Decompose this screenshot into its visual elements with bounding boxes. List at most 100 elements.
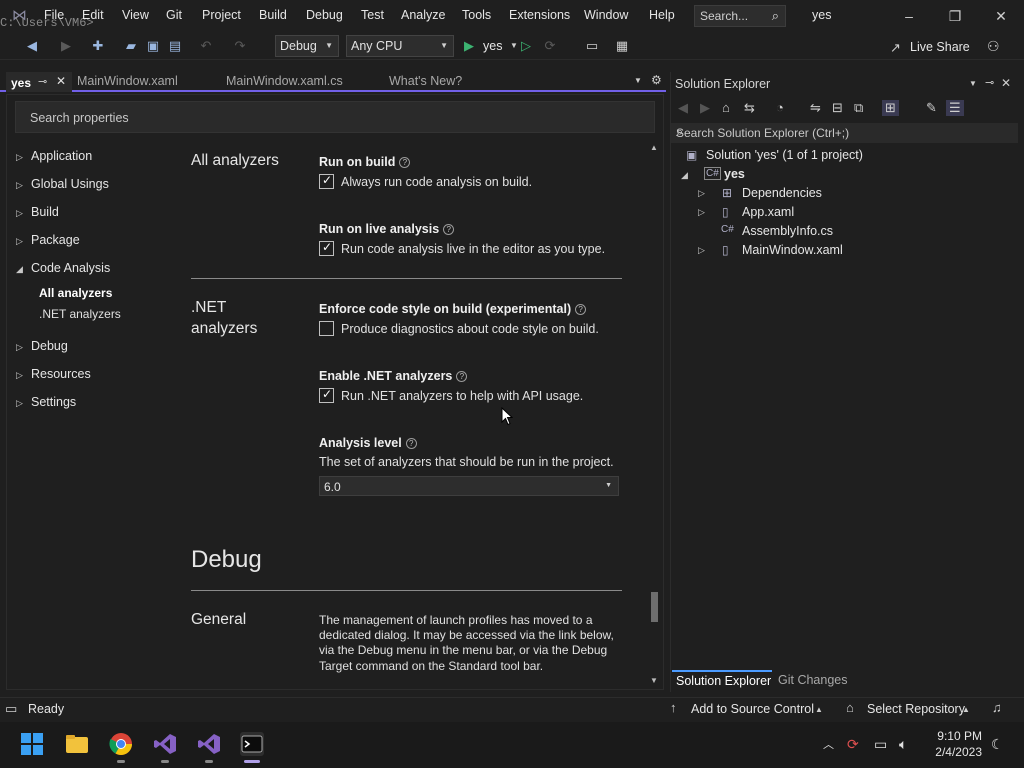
select-repository-button[interactable]: Select Repository: [867, 702, 965, 716]
menu-build[interactable]: Build: [259, 8, 287, 22]
file-explorer-icon[interactable]: [65, 732, 89, 756]
collapse-all-icon[interactable]: ⊟: [832, 100, 843, 116]
start-without-debugging-icon[interactable]: ▷: [518, 38, 534, 54]
show-all-files-icon[interactable]: ⧉: [854, 100, 863, 116]
tab-solution-explorer[interactable]: Solution Explorer: [672, 670, 772, 690]
tab-list-dropdown-icon[interactable]: ▼: [634, 76, 642, 85]
sync-icon[interactable]: ⇋: [810, 100, 821, 116]
layout-icon[interactable]: ▦: [614, 38, 630, 54]
menu-window[interactable]: Window: [584, 8, 628, 22]
undo-icon[interactable]: ↶: [198, 38, 214, 54]
close-tab-icon[interactable]: ✕: [56, 74, 66, 88]
nav-settings[interactable]: ▷ Settings: [16, 395, 76, 409]
visual-studio-icon[interactable]: [153, 732, 177, 756]
notifications-bell-icon[interactable]: ♫: [992, 700, 1002, 715]
enable-net-analyzers-checkbox[interactable]: [319, 387, 334, 403]
chevron-up-icon[interactable]: ▲: [962, 705, 970, 714]
scroll-up-icon[interactable]: ▲: [650, 143, 658, 152]
add-to-source-control-button[interactable]: Add to Source Control: [691, 702, 814, 716]
nav-global-usings[interactable]: ▷ Global Usings: [16, 177, 109, 191]
expand-arrow-icon[interactable]: ▷: [698, 245, 705, 256]
account-icon[interactable]: ⚇: [987, 38, 1000, 55]
run-live-checkbox[interactable]: [319, 240, 334, 256]
scroll-down-icon[interactable]: ▼: [650, 676, 658, 685]
save-all-icon[interactable]: ▤: [167, 38, 183, 54]
nav-debug[interactable]: ▷ Debug: [16, 339, 68, 353]
pending-changes-icon[interactable]: ◔: [776, 100, 784, 115]
tab-mainwindow-xaml-cs[interactable]: MainWindow.xaml.cs: [226, 74, 343, 88]
nav-all-analyzers[interactable]: All analyzers: [39, 286, 112, 300]
output-window-icon[interactable]: ▭: [5, 701, 17, 717]
menu-help[interactable]: Help: [649, 8, 675, 22]
browse-folder-icon[interactable]: ▭: [584, 38, 600, 54]
close-window-button[interactable]: ✕: [991, 6, 1011, 26]
nav-resources[interactable]: ▷ Resources: [16, 367, 91, 381]
solution-node[interactable]: Solution 'yes' (1 of 1 project): [706, 148, 863, 162]
windows-start-icon[interactable]: [20, 732, 44, 756]
tree-item-assemblyinfo[interactable]: AssemblyInfo.cs: [742, 224, 833, 238]
redo-icon[interactable]: ↷: [232, 38, 248, 54]
panel-menu-icon[interactable]: ▼: [969, 79, 977, 88]
search-properties-input[interactable]: Search properties: [15, 101, 655, 133]
menu-test[interactable]: Test: [361, 8, 384, 22]
open-folder-icon[interactable]: ▰: [123, 38, 139, 54]
forward-icon[interactable]: ▶: [700, 100, 710, 116]
clock-time[interactable]: 9:10 PM: [932, 729, 982, 743]
collapse-arrow-icon[interactable]: ◢: [681, 170, 688, 181]
network-icon[interactable]: ▭: [874, 736, 887, 753]
navigate-back-icon[interactable]: ◀: [24, 38, 40, 54]
gear-icon[interactable]: ⚙: [651, 73, 662, 87]
help-icon[interactable]: ?: [575, 304, 587, 315]
expand-arrow-icon[interactable]: ▷: [698, 188, 705, 199]
project-node[interactable]: yes: [724, 167, 745, 181]
minimize-button[interactable]: –: [899, 6, 919, 26]
close-panel-icon[interactable]: ✕: [1001, 76, 1011, 90]
chevron-up-icon[interactable]: ︿: [823, 736, 834, 752]
pin-icon[interactable]: ⊸: [985, 76, 994, 89]
preview-selected-icon[interactable]: ⊞: [882, 100, 899, 116]
menu-view[interactable]: View: [122, 8, 149, 22]
solution-search-input[interactable]: Search Solution Explorer (Ctrl+;) ⌕: [671, 123, 1018, 143]
chrome-icon[interactable]: [109, 732, 133, 756]
enforce-style-checkbox[interactable]: [319, 321, 334, 336]
run-on-build-checkbox[interactable]: [319, 173, 334, 189]
wrench-icon[interactable]: ✎: [926, 100, 937, 116]
menu-tools[interactable]: Tools: [462, 8, 491, 22]
nav-application[interactable]: ▷ Application: [16, 149, 92, 163]
menu-debug[interactable]: Debug: [306, 8, 343, 22]
configuration-select[interactable]: Debug ▼: [275, 35, 339, 57]
help-icon[interactable]: ?: [443, 224, 455, 235]
menu-extensions[interactable]: Extensions: [509, 8, 570, 22]
analysis-level-select[interactable]: 6.0 ▼: [319, 476, 619, 496]
live-share-button[interactable]: Live Share: [910, 40, 970, 54]
new-project-icon[interactable]: ✚: [90, 38, 106, 54]
navigate-forward-icon[interactable]: ▶: [58, 38, 74, 54]
volume-icon[interactable]: 🔈︎: [899, 736, 907, 753]
scrollbar-thumb[interactable]: [651, 592, 658, 622]
restore-button[interactable]: ❐: [945, 6, 965, 26]
terminal-icon[interactable]: [240, 732, 264, 756]
nav-build[interactable]: ▷ Build: [16, 205, 59, 219]
platform-select[interactable]: Any CPU ▼: [346, 35, 454, 57]
clock-date[interactable]: 2/4/2023: [926, 745, 982, 759]
expand-arrow-icon[interactable]: ▷: [698, 207, 705, 218]
nav-net-analyzers[interactable]: .NET analyzers: [39, 307, 121, 321]
tab-mainwindow-xaml[interactable]: MainWindow.xaml: [77, 74, 178, 88]
global-search-box[interactable]: Search... ⌕: [694, 5, 786, 27]
switch-views-icon[interactable]: ⇆: [744, 100, 755, 116]
menu-project[interactable]: Project: [202, 8, 241, 22]
menu-file[interactable]: File: [44, 8, 64, 22]
properties-scrollbar[interactable]: ▲ ▼: [648, 143, 662, 688]
tree-item-mainwindow-xaml[interactable]: MainWindow.xaml: [742, 243, 843, 257]
pin-icon[interactable]: ⊸: [38, 75, 47, 88]
tree-item-dependencies[interactable]: Dependencies: [742, 186, 822, 200]
tab-whats-new[interactable]: What's New?: [389, 74, 462, 88]
menu-edit[interactable]: Edit: [82, 8, 104, 22]
focus-assist-icon[interactable]: ☾: [991, 736, 1004, 753]
nav-code-analysis[interactable]: ◢ Code Analysis: [16, 261, 110, 275]
back-icon[interactable]: ◀: [678, 100, 688, 116]
properties-icon[interactable]: ☰: [946, 100, 964, 116]
help-icon[interactable]: ?: [399, 157, 411, 168]
tree-item-app-xaml[interactable]: App.xaml: [742, 205, 794, 219]
nav-package[interactable]: ▷ Package: [16, 233, 80, 247]
